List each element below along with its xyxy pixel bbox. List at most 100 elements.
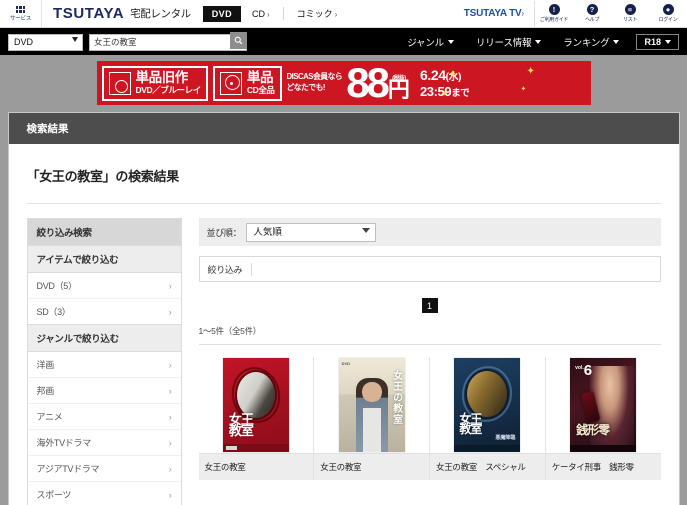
category-tab-dvd[interactable]: DVD [202,5,241,22]
nav-ranking[interactable]: ランキング [552,35,630,49]
login-label: ログイン [658,17,678,23]
sidebar-item-dvd[interactable]: DVD（5） › [28,273,181,298]
chevron-right-icon: › [168,463,172,474]
sidebar-genre-anime-label: アニメ [36,412,63,422]
nav-release[interactable]: リリース情報 [465,35,552,49]
promo-yen: 円 [387,76,410,102]
promo-price: 88 (税抜) 円 [346,61,410,103]
list-icon: ≡ [624,4,636,15]
search-category-select[interactable]: DVD [8,33,83,51]
help-button[interactable]: ? ヘルプ [573,4,611,23]
product-cover-image[interactable]: vol.6 銭形零 [570,358,637,452]
search-bar: DVD ジャンル リリース情報 ランキング [0,28,687,55]
sidebar-genre-yoga-label: 洋画 [36,360,55,370]
help-label: ヘルプ [584,17,600,23]
sparkle-icon: ✦ [526,66,535,77]
result-count: 1〜5件（全5件） [198,326,262,336]
chevron-right-icon: › [266,9,270,19]
product-title[interactable]: 女王の教室 スペシャル [430,453,545,480]
content-card: 検索結果 「女王の教室」の検索結果 絞り込み検索 アイテムで絞り込む DVD（5… [7,112,680,505]
product-cover-image[interactable]: DVD 女王の教室 [338,358,405,452]
category-link-cd[interactable]: CD › [252,9,270,19]
sidebar-genre-asian-drama[interactable]: アジアTVドラマ › [27,455,181,481]
search-button[interactable] [230,32,247,50]
promo-yen-col: (税抜) 円 [388,73,410,100]
promo-box-dvd-text: 単品旧作 DVD／ブルーレイ [135,71,202,95]
pagination-page-1[interactable]: 1 [421,298,438,313]
search-input[interactable] [89,33,247,51]
product-grid: 女王 教室 女王の教室 DVD 女王の教室 女王の教室 女王 教室 悪魔降臨 女… [198,357,661,480]
user-icon: ● [662,4,674,15]
promo-time-suffix: まで [451,87,470,99]
chevron-right-icon: › [168,411,172,422]
chevron-right-icon: › [168,385,172,396]
sidebar-genre-yoga[interactable]: 洋画 › [28,352,181,377]
cover-face [361,382,382,402]
sparkle-icon: ✦ [520,86,527,93]
guide-button[interactable]: ! ご利用ガイド [535,4,573,23]
chevron-right-icon: › [168,489,172,500]
cover-shirt [362,408,381,452]
tsutaya-tv-link[interactable]: TSUTAYA TV› [464,8,525,19]
nav-genre[interactable]: ジャンル [396,35,465,49]
services-button[interactable]: サービス [0,0,42,27]
cover-title-art: 銭形零 [576,423,610,437]
sidebar-genre-hoga-label: 邦画 [36,386,55,396]
search-field-wrap [89,32,247,51]
sidebar-item-sd[interactable]: SD（3） › [27,298,181,324]
sidebar-item-dvd-label: DVD（5） [36,281,78,291]
guide-label: ご利用ガイド [539,17,569,23]
product-title[interactable]: 女王の教室 [198,453,314,480]
product-thumb-wrap: vol.6 銭形零 [546,357,661,453]
login-button[interactable]: ● ログイン [649,4,687,23]
promo-box-cd-text: 単品 CD全品 [247,71,275,94]
product-card: DVD 女王の教室 女王の教室 [314,357,430,480]
product-cover-image[interactable]: 女王 教室 [222,358,289,452]
cover-title-art: 女王 教室 [228,411,254,438]
body-row: 絞り込み検索 アイテムで絞り込む DVD（5） › SD（3） › ジャンルで絞… [9,204,679,505]
nav-ranking-label: ランキング [563,37,610,49]
product-thumb-wrap: 女王 教室 悪魔降臨 [430,357,545,453]
category-link-comic[interactable]: コミック › [282,7,337,20]
promo-dvd-sub: DVD／ブルーレイ [135,84,202,95]
sparkle-icon: ✦ [448,69,457,80]
sparkle-icon: ✦ [441,89,449,98]
result-header-label: 検索結果 [26,123,69,135]
refine-input[interactable] [252,264,652,274]
services-label: サービス [10,15,31,22]
sidebar-item-section: アイテムで絞り込む [27,245,181,273]
promo-banner[interactable]: 単品旧作 DVD／ブルーレイ 単品 CD全品 DISCAS会員なら どなたでも!… [96,61,591,105]
global-header: サービス TSUTAYA 宅配レンタル DVD CD › コミック › TSUTAY… [0,0,687,28]
product-title[interactable]: 女王の教室 [314,453,429,480]
chevron-down-icon [665,39,671,44]
nav-r18[interactable]: R18 [636,33,679,50]
sidebar-genre-anime[interactable]: アニメ › [27,403,181,429]
promo-cd-sub: CD全品 [246,84,275,95]
product-card: 女王 教室 悪魔降臨 女王の教室 スペシャル [430,357,546,480]
page-root: サービス TSUTAYA 宅配レンタル DVD CD › コミック › TSUTAY… [0,0,687,505]
product-title[interactable]: ケータイ刑事 銭形零 [545,453,661,480]
guide-icon: ! [548,4,560,15]
sidebar-genre-sports[interactable]: スポーツ › [27,481,181,505]
list-button[interactable]: ≡ リスト [611,4,649,23]
chevron-down-icon [535,39,542,44]
help-icon: ? [586,4,598,15]
sort-select[interactable]: 人気順 [246,223,377,242]
promo-note-line1: DISCAS会員なら [286,72,343,82]
list-label: リスト [622,17,638,23]
sort-bar: 並び順： 人気順 [198,218,661,246]
category-link-cd-label: CD [251,8,265,19]
chevron-right-icon: › [168,359,172,370]
product-thumb-wrap: 女王 教室 [199,357,314,453]
sidebar-genre-hoga[interactable]: 邦画 › [27,377,181,403]
nav-genre-label: ジャンル [407,37,444,49]
sidebar-filters: 絞り込み検索 アイテムで絞り込む DVD（5） › SD（3） › ジャンルで絞… [26,218,182,505]
cover-vol-label: vol. [575,365,584,371]
sidebar-genre-overseas-drama[interactable]: 海外TVドラマ › [27,429,181,455]
sidebar-genre-overseas-drama-label: 海外TVドラマ [36,438,92,448]
brand-logo[interactable]: TSUTAYA [53,5,124,22]
header-right: TSUTAYA TV› ! ご利用ガイド ? ヘルプ ≡ リスト ● ログイン [464,0,687,27]
product-cover-image[interactable]: 女王 教室 悪魔降臨 [454,358,521,452]
header-icon-group: ! ご利用ガイド ? ヘルプ ≡ リスト ● ログイン [534,0,687,27]
grid-icon [16,5,25,13]
